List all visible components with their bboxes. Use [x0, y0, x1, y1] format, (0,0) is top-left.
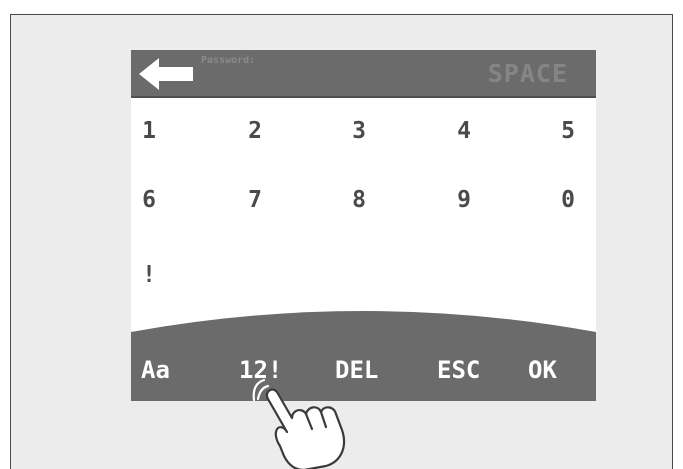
- top-bar: Password: SPACE: [131, 50, 596, 98]
- key-8[interactable]: 8: [344, 187, 374, 213]
- left-arrow-icon: [139, 58, 193, 90]
- key-6[interactable]: 6: [134, 187, 164, 213]
- key-1[interactable]: 1: [134, 118, 164, 144]
- keypad-screen: Password: SPACE 1 2 3 4 5 6 7 8 9 0 ! Aa…: [131, 50, 596, 401]
- key-5[interactable]: 5: [553, 118, 583, 144]
- key-9[interactable]: 9: [449, 187, 479, 213]
- key-3[interactable]: 3: [344, 118, 374, 144]
- key-0[interactable]: 0: [553, 187, 583, 213]
- case-toggle-button[interactable]: Aa: [141, 356, 170, 384]
- key-exclamation[interactable]: !: [134, 262, 164, 288]
- key-4[interactable]: 4: [449, 118, 479, 144]
- pointing-hand-icon: [252, 378, 346, 469]
- password-label: Password:: [201, 55, 256, 66]
- space-button[interactable]: SPACE: [488, 59, 568, 88]
- key-7[interactable]: 7: [240, 187, 270, 213]
- escape-button[interactable]: ESC: [437, 356, 480, 384]
- key-2[interactable]: 2: [240, 118, 270, 144]
- bottom-bar: [131, 311, 596, 401]
- back-button[interactable]: [137, 56, 197, 92]
- ok-button[interactable]: OK: [528, 356, 557, 384]
